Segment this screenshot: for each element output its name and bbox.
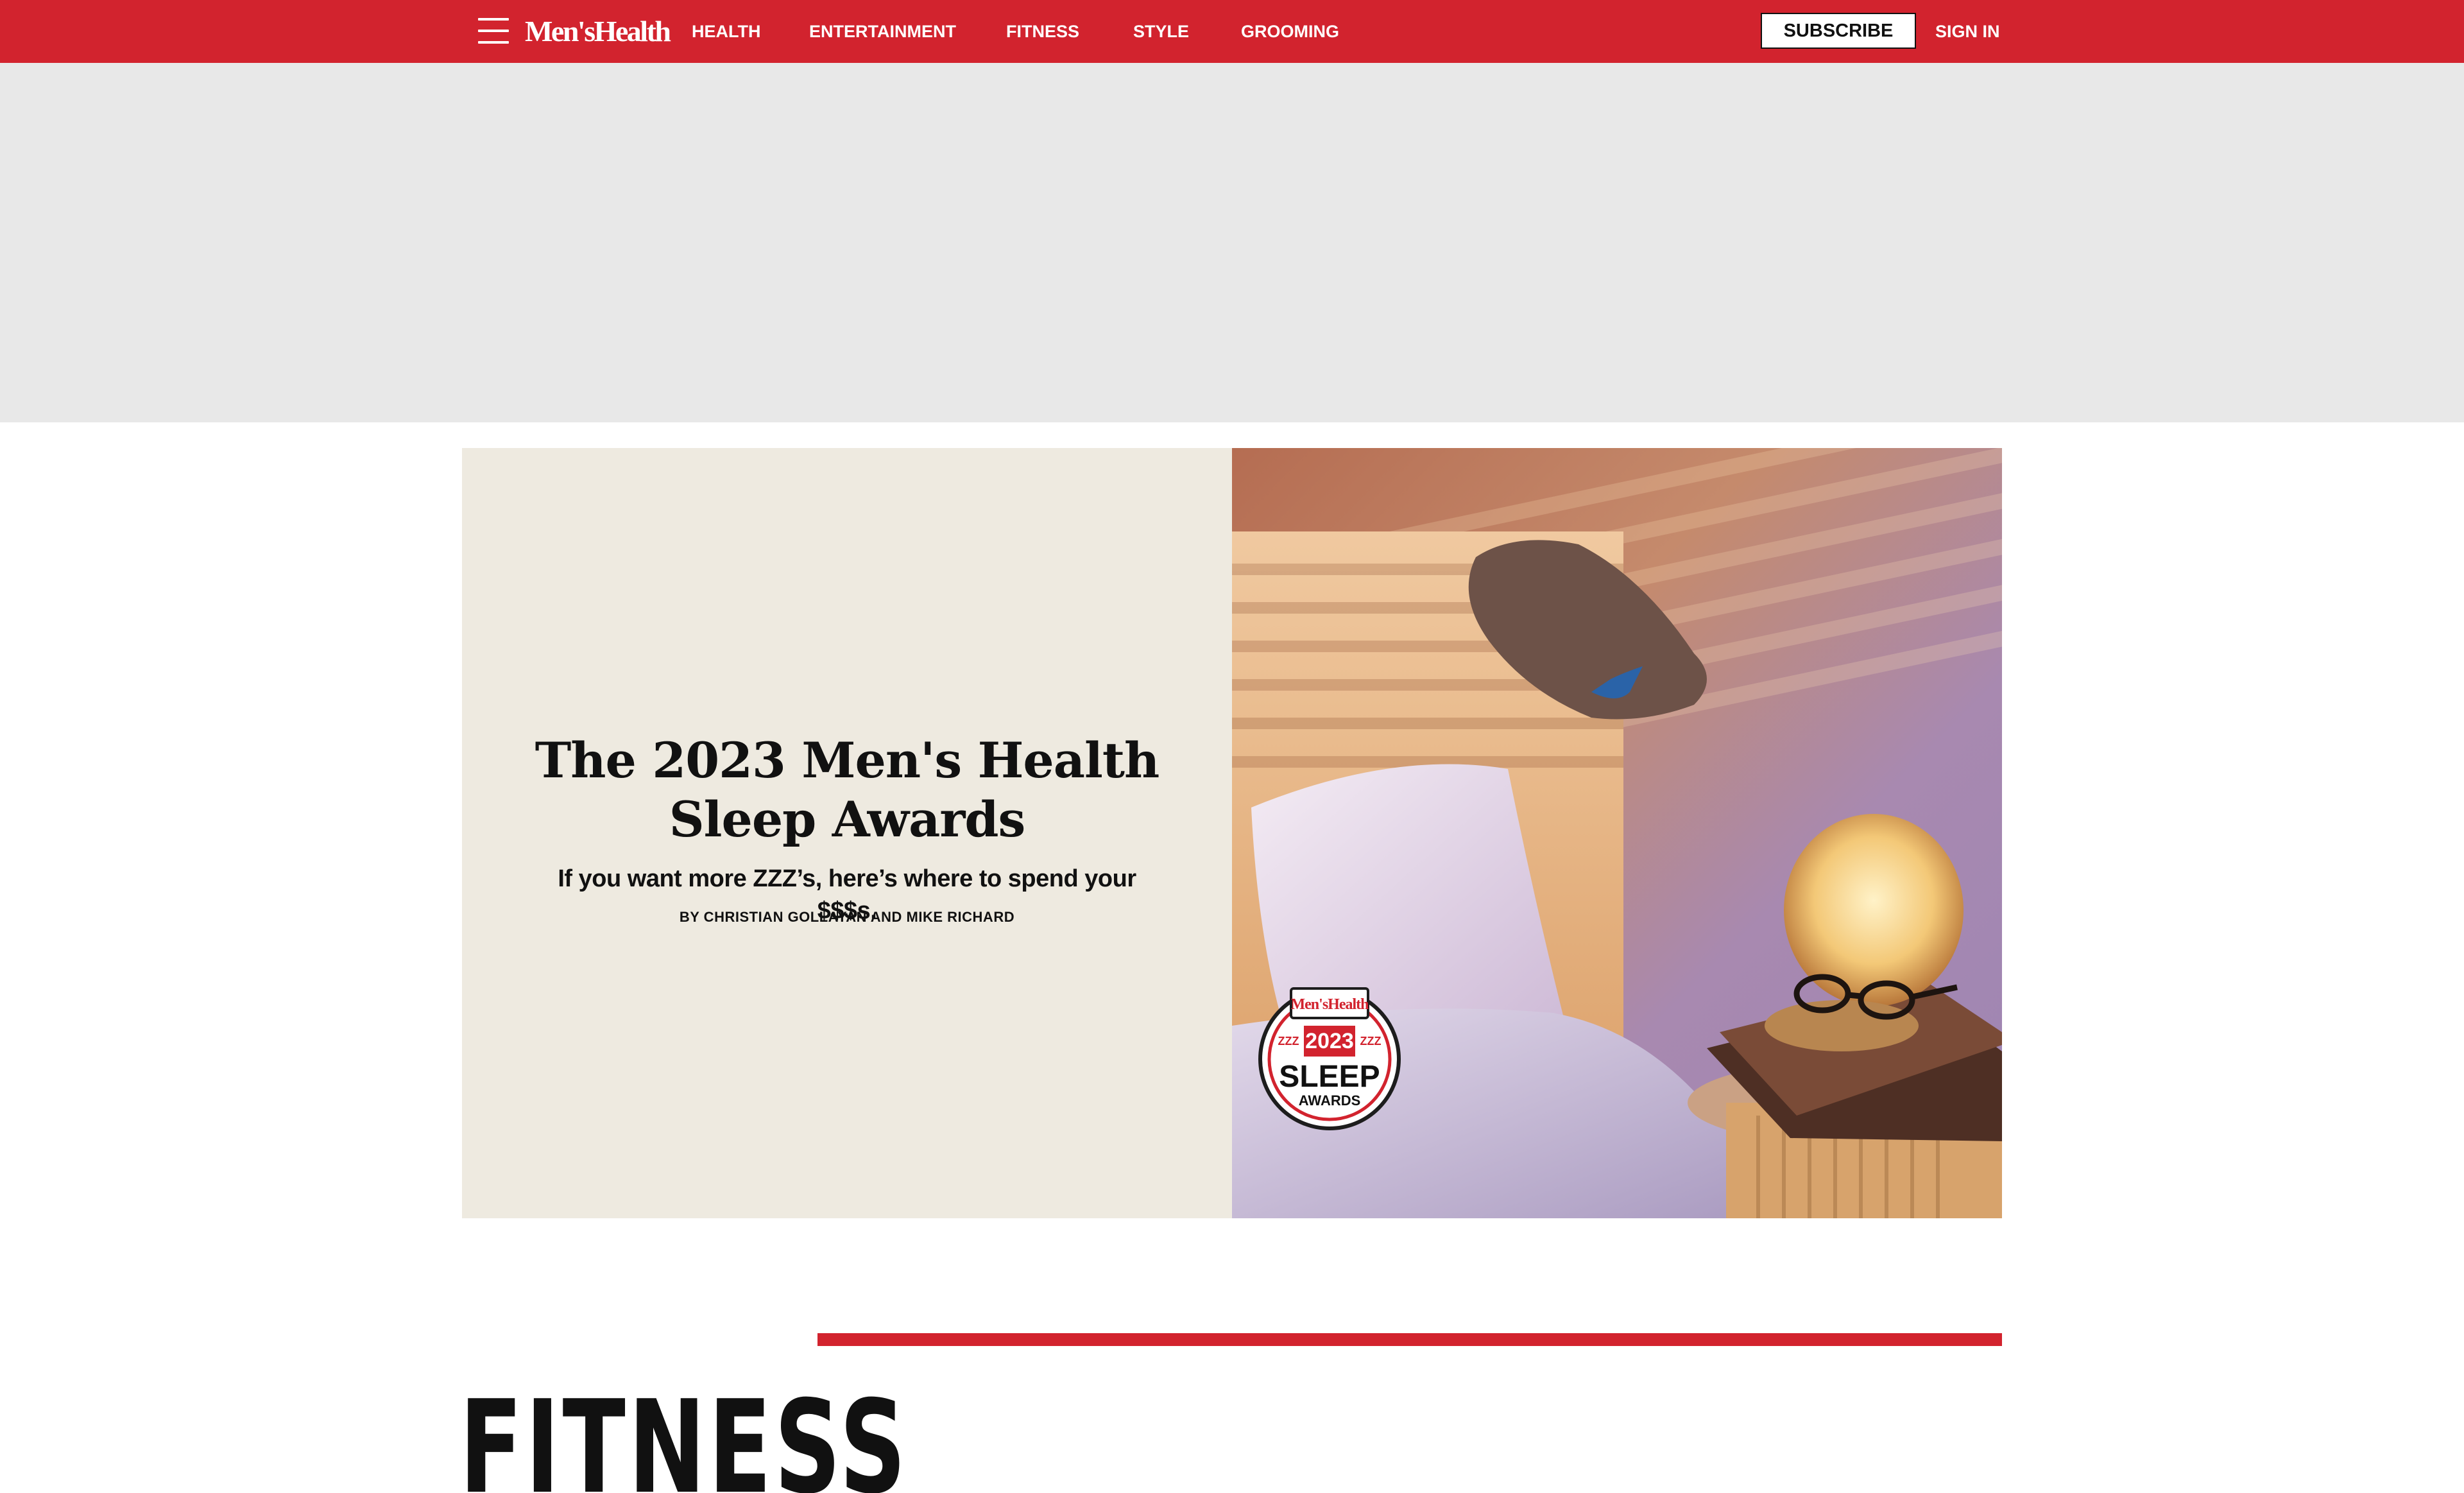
subscribe-button[interactable]: SUBSCRIBE (1761, 13, 1916, 49)
section-title-fitness[interactable]: FITNESS (459, 1384, 909, 1493)
nav-link-entertainment[interactable]: ENTERTAINMENT (809, 0, 956, 63)
nav-link-style[interactable]: STYLE (1133, 0, 1189, 63)
badge-year: 2023 (1305, 1029, 1354, 1053)
badge-title: SLEEP (1279, 1060, 1380, 1094)
nav-link-grooming[interactable]: GROOMING (1241, 0, 1339, 63)
badge-subtitle: AWARDS (1299, 1092, 1361, 1109)
hero-byline: BY CHRISTIAN GOLLAYAN AND MIKE RICHARD (679, 909, 1015, 925)
hero-text-panel: The 2023 Men's Health Sleep Awards If yo… (462, 448, 1232, 1218)
mens-health-logo[interactable]: Men'sHealth (525, 14, 671, 49)
hamburger-menu-icon[interactable] (478, 17, 509, 45)
sign-in-link[interactable]: SIGN IN (1935, 0, 2000, 63)
badge-brand: Men'sHealth (1291, 996, 1369, 1013)
ad-placeholder (0, 63, 2464, 422)
badge-z-right: ZZZ (1360, 1035, 1382, 1048)
hero-image[interactable]: Men'sHealth 2023 ZZZ ZZZ SLEEP AWARDS (1232, 448, 2002, 1218)
nav-link-fitness[interactable]: FITNESS (1006, 0, 1079, 63)
hero-title[interactable]: The 2023 Men's Health Sleep Awards (520, 731, 1174, 849)
badge-z-left: ZZZ (1278, 1035, 1299, 1048)
section-divider (817, 1333, 2002, 1346)
nav-link-health[interactable]: HEALTH (692, 0, 761, 63)
hero-feature-card[interactable]: The 2023 Men's Health Sleep Awards If yo… (462, 448, 2002, 1218)
sleep-awards-badge: Men'sHealth 2023 ZZZ ZZZ SLEEP AWARDS (1258, 987, 1401, 1130)
top-navigation-bar: Men'sHealth HEALTH ENTERTAINMENT FITNESS… (0, 0, 2464, 63)
